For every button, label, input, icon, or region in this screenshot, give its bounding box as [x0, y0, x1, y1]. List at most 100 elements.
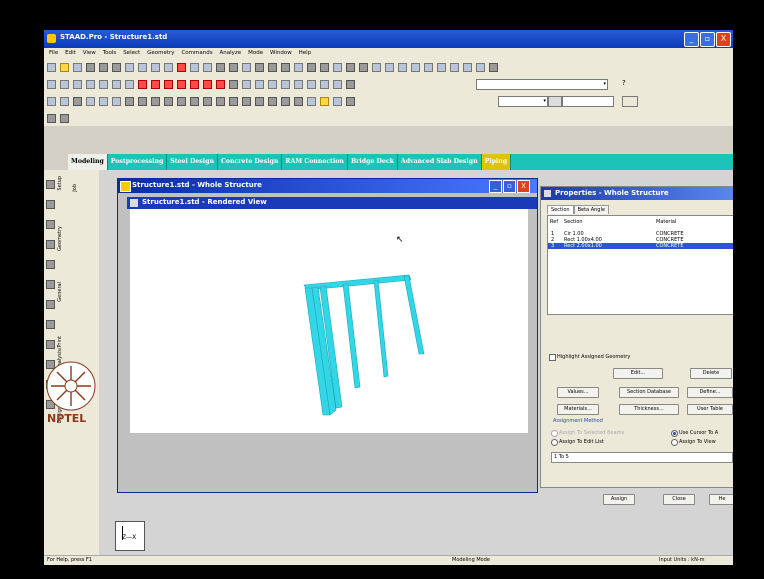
undo-icon[interactable]	[99, 63, 108, 72]
cursor-icon[interactable]	[73, 80, 82, 89]
cursor-icon[interactable]	[125, 80, 134, 89]
tool-icon[interactable]	[164, 97, 173, 106]
edit-button[interactable]: Edit...	[613, 368, 663, 379]
open-file-icon[interactable]	[60, 63, 69, 72]
tool-icon[interactable]	[372, 63, 381, 72]
new-file-icon[interactable]	[47, 63, 56, 72]
tool-icon[interactable]	[268, 63, 277, 72]
print-icon[interactable]	[86, 63, 95, 72]
menu-tools[interactable]: Tools	[103, 48, 117, 59]
tab-piping[interactable]: Piping	[481, 154, 512, 170]
tool-icon[interactable]	[255, 97, 264, 106]
tool-icon[interactable]	[138, 97, 147, 106]
zoom-icon[interactable]	[255, 80, 264, 89]
page-tab-geometry[interactable]: Geometry	[57, 226, 63, 251]
assign-to-edit-list-radio[interactable]	[551, 439, 558, 446]
zoom-icon[interactable]	[281, 80, 290, 89]
tool-icon[interactable]	[385, 63, 394, 72]
group-dropdown[interactable]: ▾	[498, 96, 548, 107]
cursor-icon[interactable]	[216, 80, 225, 89]
cut-icon[interactable]	[125, 63, 134, 72]
redo-icon[interactable]	[112, 63, 121, 72]
help-icon[interactable]: ?	[622, 79, 626, 87]
tool-icon[interactable]	[86, 97, 95, 106]
tool-icon[interactable]	[489, 63, 498, 72]
cursor-icon[interactable]	[190, 80, 199, 89]
tab-steel-design[interactable]: Steel Design	[167, 154, 218, 170]
grid-icon[interactable]	[548, 96, 562, 107]
tool-icon[interactable]	[320, 63, 329, 72]
cursor-icon[interactable]	[60, 80, 69, 89]
assign-to-view-radio[interactable]	[671, 439, 678, 446]
cursor-icon[interactable]	[112, 80, 121, 89]
delete-button[interactable]: Delete	[690, 368, 732, 379]
selection-input[interactable]	[562, 96, 614, 107]
menu-window[interactable]: Window	[270, 48, 292, 59]
tool-icon[interactable]	[411, 63, 420, 72]
tab-concrete-design[interactable]: Concrete Design	[218, 154, 283, 170]
tool-icon[interactable]	[47, 114, 56, 123]
tool-icon[interactable]	[268, 97, 277, 106]
tool-icon[interactable]	[73, 97, 82, 106]
minimize-button[interactable]: _	[684, 32, 699, 47]
cursor-icon[interactable]	[86, 80, 95, 89]
cursor-icon[interactable]	[47, 80, 56, 89]
help-icon[interactable]	[424, 63, 433, 72]
rendered-view-viewport[interactable]	[130, 209, 528, 433]
tool-icon[interactable]	[229, 63, 238, 72]
window-maximize-button[interactable]: ▫	[503, 180, 516, 193]
tool-icon[interactable]	[60, 97, 69, 106]
tool-icon[interactable]	[333, 97, 342, 106]
tool-icon[interactable]	[164, 63, 173, 72]
tool-icon[interactable]	[346, 63, 355, 72]
menu-view[interactable]: View	[83, 48, 96, 59]
tool-icon[interactable]	[216, 97, 225, 106]
tool-icon[interactable]	[307, 63, 316, 72]
tool-icon[interactable]	[359, 63, 368, 72]
materials-button[interactable]: Materials...	[557, 404, 599, 415]
tool-icon[interactable]	[190, 63, 199, 72]
zoom-icon[interactable]	[268, 80, 277, 89]
tool-icon[interactable]	[242, 97, 251, 106]
tab-beta-angle[interactable]: Beta Angle	[573, 205, 609, 214]
zoom-icon[interactable]	[242, 80, 251, 89]
menu-mode[interactable]: Mode	[248, 48, 263, 59]
tool-icon[interactable]	[333, 63, 342, 72]
tool-icon[interactable]	[320, 97, 329, 106]
tool-icon[interactable]	[398, 63, 407, 72]
menu-commands[interactable]: Commands	[181, 48, 212, 59]
highlight-checkbox[interactable]	[549, 354, 556, 361]
tool-icon[interactable]	[229, 80, 238, 89]
tool-icon[interactable]	[281, 63, 290, 72]
tool-icon[interactable]	[112, 97, 121, 106]
page-tab-general[interactable]: General	[57, 282, 63, 302]
tab-postprocessing[interactable]: Postprocessing	[108, 154, 168, 170]
tool-icon[interactable]	[346, 97, 355, 106]
tool-icon[interactable]	[190, 97, 199, 106]
tool-icon[interactable]	[47, 97, 56, 106]
tool-icon[interactable]	[346, 80, 355, 89]
tool-icon[interactable]	[229, 97, 238, 106]
copy-icon[interactable]	[138, 63, 147, 72]
tool-icon[interactable]	[294, 63, 303, 72]
assign-to-selected-radio[interactable]	[551, 430, 558, 437]
save-icon[interactable]	[73, 63, 82, 72]
tool-icon[interactable]	[242, 63, 251, 72]
cursor-icon[interactable]	[138, 80, 147, 89]
menu-geometry[interactable]: Geometry	[147, 48, 174, 59]
section-database-button[interactable]: Section Database	[619, 387, 679, 398]
menu-help[interactable]: Help	[299, 48, 312, 59]
tool-icon[interactable]	[450, 63, 459, 72]
zoom-icon[interactable]	[320, 80, 329, 89]
tool-icon[interactable]	[177, 97, 186, 106]
tool-icon[interactable]	[60, 114, 69, 123]
stop-icon[interactable]	[177, 63, 186, 72]
tool-icon[interactable]	[125, 97, 134, 106]
subpage-tab-job[interactable]: Job	[72, 184, 78, 192]
tool-icon[interactable]	[281, 97, 290, 106]
window-close-button[interactable]: X	[517, 180, 530, 193]
tool-icon[interactable]	[463, 63, 472, 72]
help-button[interactable]: He	[709, 494, 733, 505]
cursor-icon[interactable]	[203, 80, 212, 89]
define-button[interactable]: Define...	[687, 387, 733, 398]
